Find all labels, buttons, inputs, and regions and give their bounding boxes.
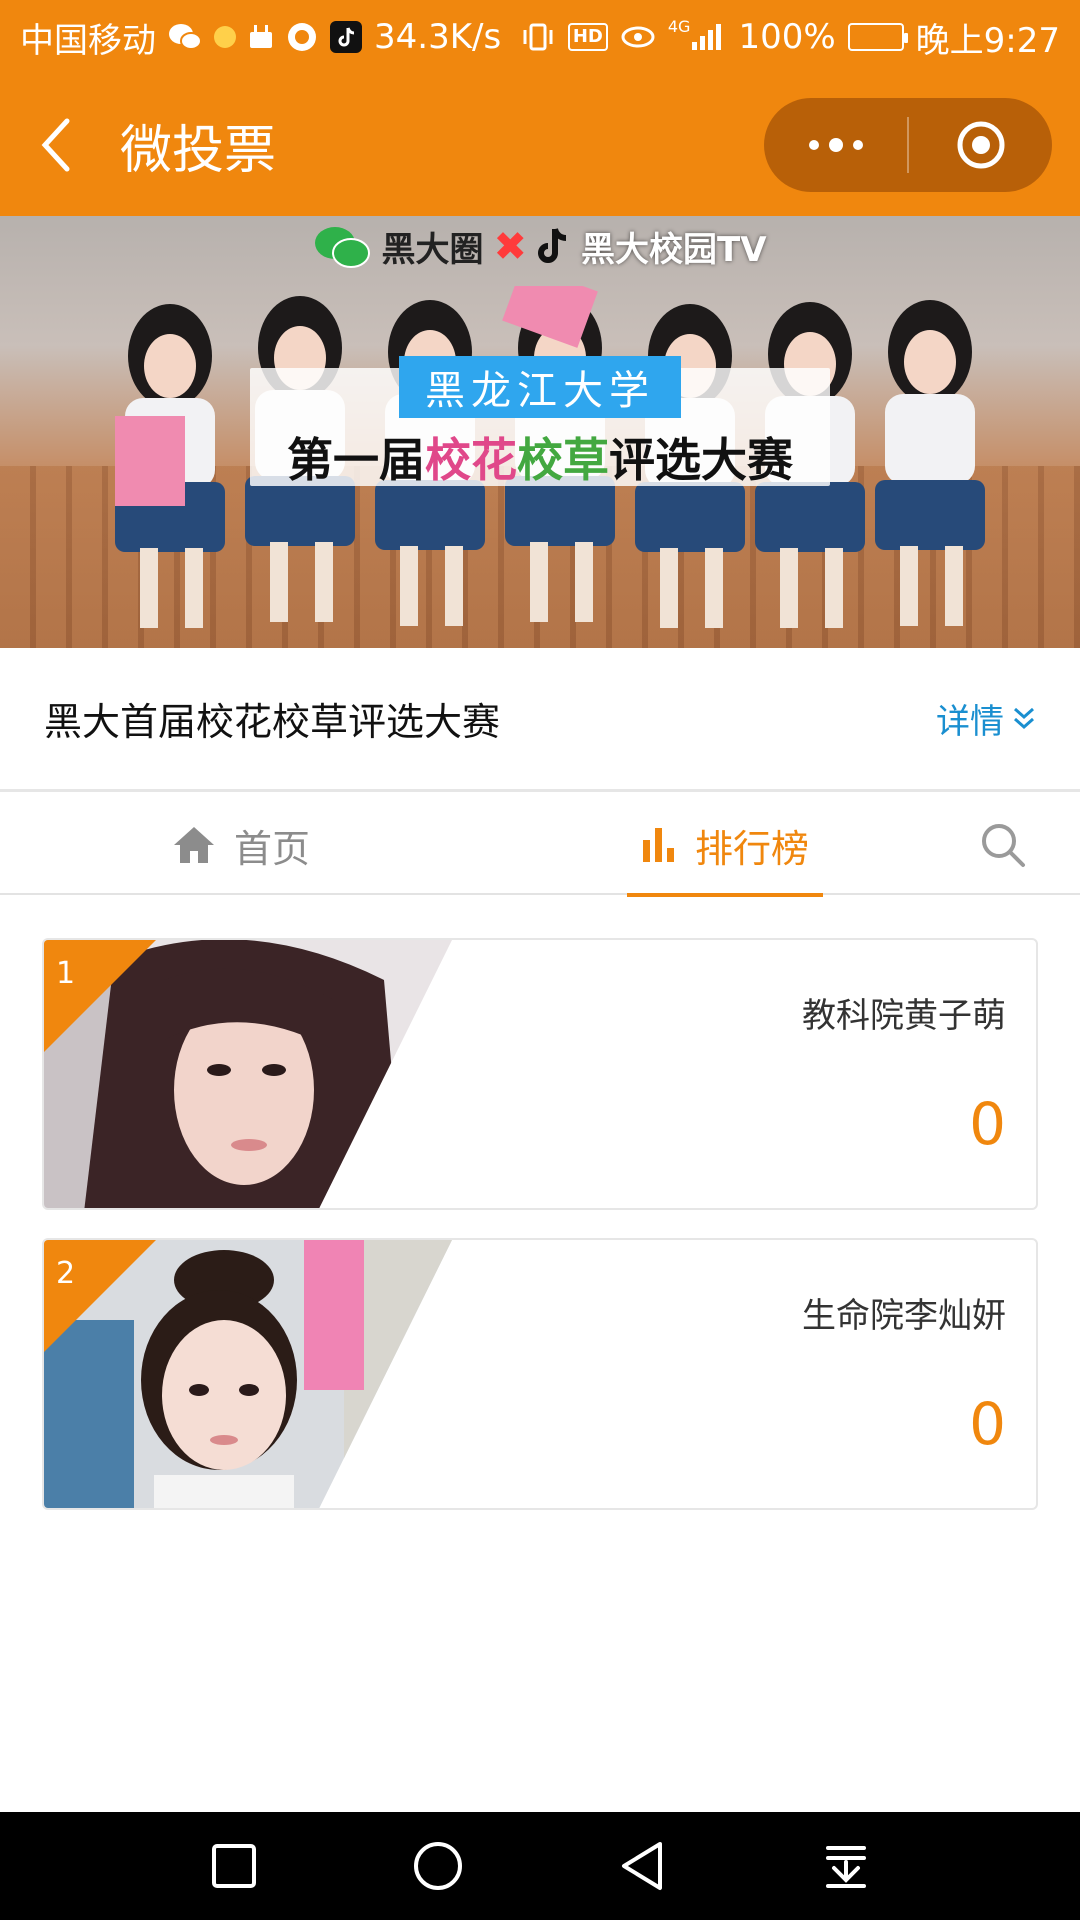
rank-number: 1	[56, 956, 76, 991]
system-nav-bar	[0, 1812, 1080, 1920]
wechat-icon	[315, 226, 371, 268]
notification-dot-icon	[214, 17, 236, 57]
contestant-name: 教科院黄子萌	[802, 996, 1006, 1036]
contest-info-row: 黑大首届校花校草评选大赛 详情	[0, 648, 1080, 792]
vibrate-icon	[520, 17, 556, 57]
mini-program-capsule	[764, 98, 1052, 192]
carrier-label: 中国移动	[20, 20, 156, 61]
sponsor-left: 黑大圈	[381, 230, 484, 270]
contestant-name: 生命院李灿妍	[802, 1296, 1006, 1336]
contest-prefix: 第一届	[287, 433, 425, 487]
banner-title-box: 黑龙江大学 第一届校花校草评选大赛	[250, 356, 830, 487]
cross-icon: ✖	[493, 223, 527, 270]
tab-bar: 首页 排行榜	[0, 795, 1080, 897]
ranking-card[interactable]: 1 教科院黄子萌 0	[42, 938, 1038, 1210]
tiktok-icon	[330, 17, 362, 57]
details-label: 详情	[936, 702, 1004, 742]
android-icon	[248, 17, 274, 57]
battery-icon	[847, 23, 908, 51]
rank-number: 2	[56, 1256, 76, 1291]
university-label: 黑龙江大学	[399, 356, 681, 418]
network-type: 4G	[667, 17, 691, 36]
triangle-back-icon	[622, 1842, 662, 1890]
pull-down-icon	[826, 1846, 866, 1888]
back-nav-button[interactable]	[582, 1812, 702, 1920]
search-button[interactable]	[980, 795, 1026, 895]
contest-headline: 第一届校花校草评选大赛	[287, 424, 793, 490]
status-bar: 中国移动 34.3K/s HD 4G 100% 晚上9:27	[0, 0, 1080, 74]
contest-suffix: 评选大赛	[609, 433, 793, 487]
hd-badge: HD	[567, 23, 608, 51]
tab-home[interactable]: 首页	[172, 795, 310, 895]
recent-apps-button[interactable]	[174, 1812, 294, 1920]
page-title: 微投票	[120, 120, 277, 181]
circle-icon	[414, 1842, 462, 1890]
tab-ranking[interactable]: 排行榜	[627, 795, 824, 897]
signal-icon: 4G	[668, 17, 727, 57]
tab-ranking-label: 排行榜	[695, 826, 810, 871]
details-button[interactable]: 详情	[936, 694, 1036, 743]
nav-bar: 微投票	[0, 74, 1080, 216]
qq-browser-icon	[286, 17, 318, 57]
wechat-icon	[168, 17, 202, 57]
tab-home-label: 首页	[234, 826, 311, 871]
back-button[interactable]	[0, 74, 110, 216]
network-speed: 34.3K/s	[374, 17, 502, 57]
vote-count: 0	[969, 1090, 1006, 1158]
notification-pulldown-button[interactable]	[786, 1812, 906, 1920]
target-icon	[957, 121, 1004, 169]
bar-chart-icon	[643, 828, 674, 862]
contest-green-word: 校草	[517, 433, 609, 487]
home-icon	[174, 827, 214, 863]
clock: 晚上9:27	[915, 20, 1060, 61]
contest-banner: 黑大圈 ✖ 黑大校园TV 黑龙江大学 第一届校花校草评选大赛	[0, 216, 1080, 648]
sponsor-right: 黑大校园TV	[581, 230, 767, 270]
contest-title: 黑大首届校花校草评选大赛	[44, 700, 501, 744]
more-button[interactable]	[764, 98, 907, 192]
home-button[interactable]	[378, 1812, 498, 1920]
banner-sponsors: 黑大圈 ✖ 黑大校园TV	[0, 222, 1080, 271]
contest-pink-word: 校花	[425, 433, 517, 487]
more-dots-icon	[808, 138, 863, 152]
chevron-left-icon	[41, 118, 70, 172]
close-mini-program-button[interactable]	[909, 98, 1052, 192]
double-chevron-down-icon	[1014, 707, 1034, 729]
eye-icon	[620, 17, 656, 57]
tiktok-icon	[538, 227, 567, 263]
search-icon	[982, 824, 1025, 867]
ranking-card[interactable]: 2 生命院李灿妍 0	[42, 1238, 1038, 1510]
battery-percent: 100%	[738, 17, 836, 57]
vote-count: 0	[969, 1390, 1006, 1458]
square-icon	[212, 1844, 256, 1888]
